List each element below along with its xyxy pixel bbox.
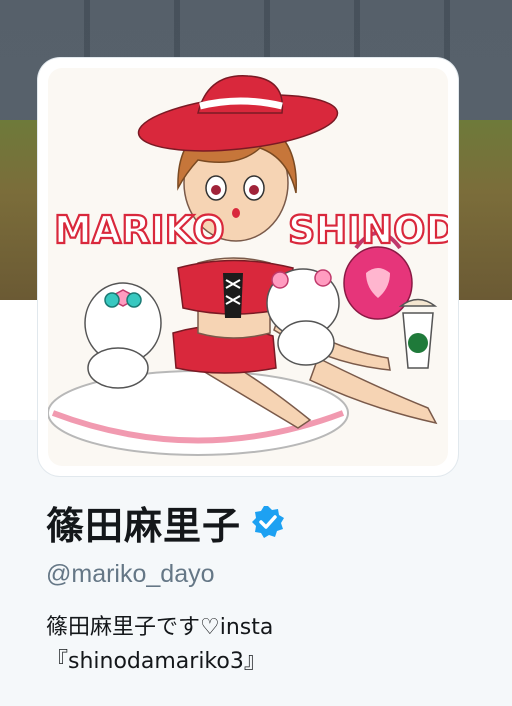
avatar-art-text-right: SHINODA: [288, 208, 448, 252]
avatar-art-text-left: MARIKO: [54, 208, 225, 252]
verified-badge-icon: [252, 506, 285, 538]
profile-bio: 篠田麻里子です♡insta 『shinodamariko3』: [46, 611, 486, 679]
bio-line-2: 『shinodamariko3』: [46, 649, 266, 674]
user-handle[interactable]: @mariko_dayo: [46, 560, 486, 589]
profile-avatar[interactable]: MARIKO SHINODA: [38, 58, 458, 476]
name-row: 篠田麻里子: [46, 494, 486, 550]
profile-info: 篠田麻里子 @mariko_dayo 篠田麻里子です♡insta 『shinod…: [46, 494, 486, 679]
bio-line-1: 篠田麻里子です♡insta: [46, 615, 274, 640]
display-name[interactable]: 篠田麻里子: [46, 495, 241, 550]
avatar-artwork: MARIKO SHINODA: [48, 75, 448, 456]
avatar-illustration: MARIKO SHINODA: [48, 68, 448, 466]
